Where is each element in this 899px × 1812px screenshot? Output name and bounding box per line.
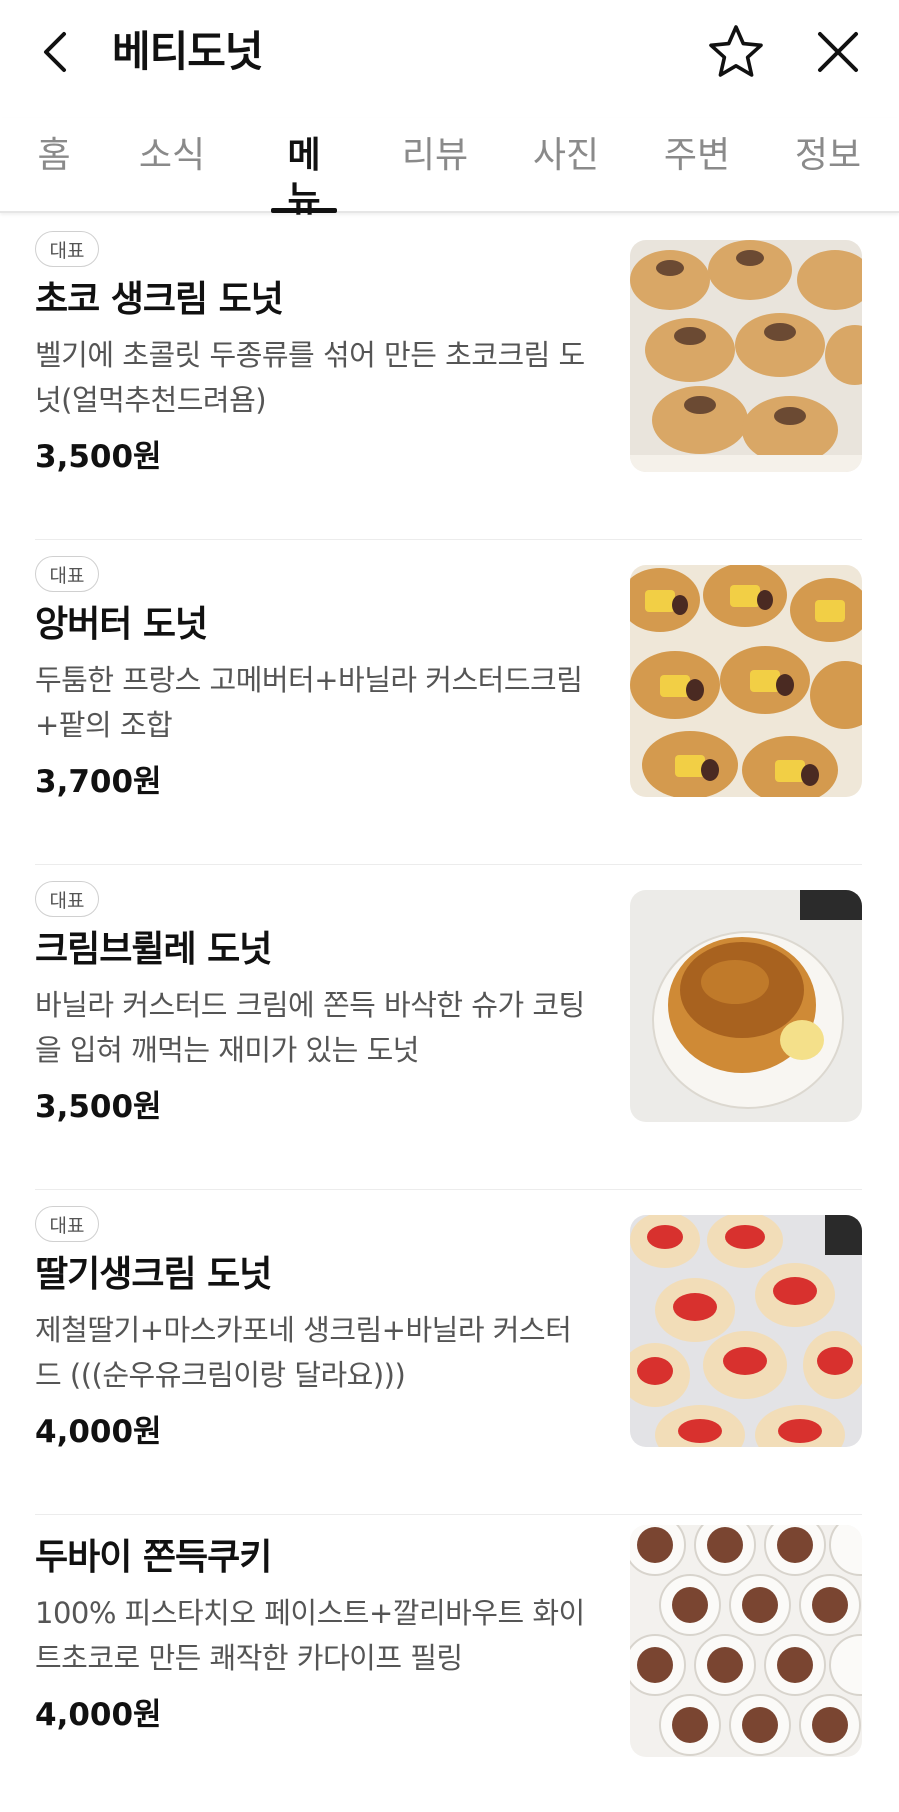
menu-item-price: 4,000원 bbox=[35, 1697, 162, 1733]
chevron-left-icon bbox=[44, 32, 66, 72]
menu-item[interactable]: 대표 초코 생크림 도넛 벨기에 초콜릿 두종류를 섞어 만든 초코크림 도넛(… bbox=[0, 215, 899, 540]
tab-info[interactable]: 정보 bbox=[794, 134, 862, 213]
close-icon bbox=[818, 32, 858, 72]
tab-label: 정보 bbox=[794, 135, 862, 176]
menu-item-price: 3,500원 bbox=[35, 439, 162, 475]
tab-home[interactable]: 홈 bbox=[28, 134, 80, 213]
menu-item-photo[interactable] bbox=[630, 240, 862, 472]
tab-reviews[interactable]: 리뷰 bbox=[401, 134, 469, 213]
star-outline-icon bbox=[709, 25, 763, 77]
menu-item-name: 두바이 쫀득쿠키 bbox=[35, 1537, 272, 1578]
menu-item-description: 바닐라 커스터드 크림에 쫀득 바삭한 슈가 코팅을 입혀 깨먹는 재미가 있는… bbox=[35, 988, 585, 1067]
tab-label: 주변 bbox=[663, 135, 731, 176]
tab-label: 소식 bbox=[138, 135, 206, 176]
menu-item-photo[interactable] bbox=[630, 1215, 862, 1447]
menu-item-name: 초코 생크림 도넛 bbox=[35, 279, 284, 320]
menu-item-description: 100% 피스타치오 페이스트+깔리바우트 화이트초코로 만든 쾌작한 카다이프… bbox=[35, 1596, 585, 1675]
tab-label: 홈 bbox=[37, 135, 71, 176]
tab-nearby[interactable]: 주변 bbox=[663, 134, 731, 213]
close-button[interactable] bbox=[808, 22, 868, 82]
menu-item-price: 4,000원 bbox=[35, 1414, 162, 1450]
menu-item-price: 3,500원 bbox=[35, 1089, 162, 1125]
tab-label: 리뷰 bbox=[401, 135, 469, 176]
tab-bar: 홈 소식 메뉴 리뷰 사진 주변 정보 bbox=[0, 118, 899, 220]
tab-label: 사진 bbox=[532, 135, 600, 176]
signature-badge: 대표 bbox=[35, 231, 99, 267]
signature-badge: 대표 bbox=[35, 1206, 99, 1242]
active-tab-indicator bbox=[271, 208, 337, 213]
menu-item[interactable]: 대표 앙버터 도넛 두툼한 프랑스 고메버터+바닐라 커스터드크림+팥의 조합 … bbox=[0, 540, 899, 865]
tab-photos[interactable]: 사진 bbox=[532, 134, 600, 213]
menu-item-description: 벨기에 초콜릿 두종류를 섞어 만든 초코크림 도넛(얼먹추천드려욤) bbox=[35, 338, 585, 417]
menu-item-name: 앙버터 도넛 bbox=[35, 604, 208, 645]
signature-badge: 대표 bbox=[35, 881, 99, 917]
menu-item-name: 딸기생크림 도넛 bbox=[35, 1254, 272, 1295]
menu-item[interactable]: 대표 크림브륄레 도넛 바닐라 커스터드 크림에 쫀득 바삭한 슈가 코팅을 입… bbox=[0, 865, 899, 1190]
menu-item-photo[interactable] bbox=[630, 890, 862, 1122]
tab-news[interactable]: 소식 bbox=[138, 134, 206, 213]
menu-item[interactable]: 대표 딸기생크림 도넛 제철딸기+마스카포네 생크림+바닐라 커스터드 (((순… bbox=[0, 1190, 899, 1515]
menu-item-description: 제철딸기+마스카포네 생크림+바닐라 커스터드 (((순우유크림이랑 달라요))… bbox=[35, 1313, 572, 1392]
menu-item-description: 두툼한 프랑스 고메버터+바닐라 커스터드크림+팥의 조합 bbox=[35, 663, 583, 742]
menu-item-price: 3,700원 bbox=[35, 764, 162, 800]
menu-item-photo[interactable] bbox=[630, 565, 862, 797]
menu-item-name: 크림브륄레 도넛 bbox=[35, 929, 272, 970]
signature-badge: 대표 bbox=[35, 556, 99, 592]
back-button[interactable] bbox=[30, 20, 82, 84]
top-bar: 베티도넛 bbox=[0, 0, 899, 104]
page-title: 베티도넛 bbox=[112, 27, 264, 76]
menu-item[interactable]: 두바이 쫀득쿠키 100% 피스타치오 페이스트+깔리바우트 화이트초코로 만든… bbox=[0, 1515, 899, 1812]
favorite-button[interactable] bbox=[706, 22, 766, 82]
tab-menu[interactable]: 메뉴 bbox=[271, 134, 337, 220]
menu-item-photo[interactable] bbox=[630, 1525, 862, 1757]
